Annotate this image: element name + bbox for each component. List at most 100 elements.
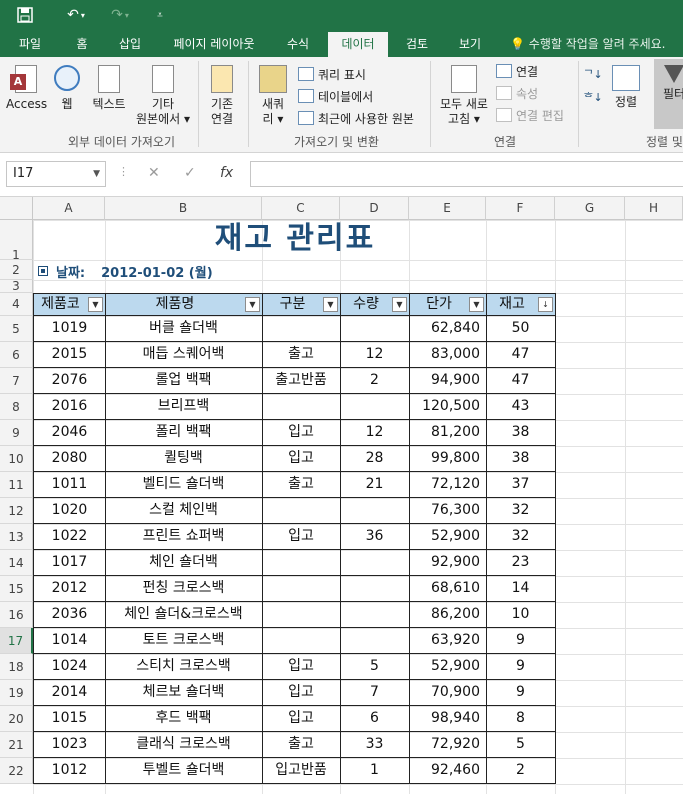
text-button[interactable]: 텍스트 <box>88 65 130 112</box>
tell-me-box[interactable]: 💡 수행할 작업을 알려 주세요. <box>510 32 665 57</box>
table-cell[interactable]: 출고반품 <box>262 368 341 394</box>
table-cell[interactable] <box>262 576 341 602</box>
row-header-19[interactable]: 19 <box>0 680 33 706</box>
filter-dropdown-icon[interactable]: ▼ <box>323 297 338 312</box>
column-header-f[interactable]: F <box>486 197 555 220</box>
table-cell[interactable]: 스컬 체인백 <box>105 498 263 524</box>
table-cell[interactable]: 33 <box>340 732 410 758</box>
tab-formulas[interactable]: 수식 <box>278 32 318 57</box>
table-cell[interactable]: 10 <box>486 602 556 628</box>
sort-asc-button[interactable]: ᄀ↓ ᄒ↓ <box>582 67 604 105</box>
table-cell[interactable]: 62,840 <box>409 316 487 342</box>
tab-view[interactable]: 보기 <box>448 32 492 57</box>
table-cell[interactable]: 1023 <box>33 732 106 758</box>
table-cell[interactable]: 52,900 <box>409 654 487 680</box>
table-cell[interactable]: 92,460 <box>409 758 487 784</box>
table-cell[interactable]: 2016 <box>33 394 106 420</box>
table-cell[interactable]: 1014 <box>33 628 106 654</box>
table-cell[interactable]: 7 <box>340 680 410 706</box>
column-header-g[interactable]: G <box>555 197 625 220</box>
table-cell[interactable]: 매듭 스퀘어백 <box>105 342 263 368</box>
table-cell[interactable]: 47 <box>486 342 556 368</box>
table-cell[interactable] <box>340 498 410 524</box>
table-cell[interactable]: 2080 <box>33 446 106 472</box>
row-header-11[interactable]: 11 <box>0 472 33 498</box>
enter-icon[interactable]: ✓ <box>184 165 196 181</box>
table-cell[interactable]: 1017 <box>33 550 106 576</box>
table-cell[interactable]: 2036 <box>33 602 106 628</box>
table-cell[interactable] <box>340 316 410 342</box>
tab-file[interactable]: 파일 <box>8 32 52 57</box>
table-cell[interactable]: 43 <box>486 394 556 420</box>
table-cell[interactable]: 23 <box>486 550 556 576</box>
table-cell[interactable] <box>340 576 410 602</box>
table-cell[interactable]: 70,900 <box>409 680 487 706</box>
table-cell[interactable]: 벨티드 숄더백 <box>105 472 263 498</box>
connections-button[interactable]: 연결 <box>496 61 538 81</box>
sort-button[interactable]: 정렬 <box>608 65 644 110</box>
table-cell[interactable]: 1012 <box>33 758 106 784</box>
row-header-3[interactable]: 3 <box>0 280 33 293</box>
table-cell[interactable] <box>262 602 341 628</box>
table-cell[interactable]: 입고반품 <box>262 758 341 784</box>
table-cell[interactable]: 출고 <box>262 342 341 368</box>
table-cell[interactable]: 1 <box>340 758 410 784</box>
table-cell[interactable] <box>340 602 410 628</box>
table-cell[interactable]: 6 <box>340 706 410 732</box>
from-table-button[interactable]: 테이블에서 <box>298 86 373 106</box>
tab-data[interactable]: 데이터 <box>328 32 388 57</box>
table-cell[interactable]: 9 <box>486 628 556 654</box>
table-cell[interactable]: 9 <box>486 680 556 706</box>
tab-home[interactable]: 홈 <box>64 32 100 57</box>
formula-input[interactable] <box>250 161 683 187</box>
row-header-20[interactable]: 20 <box>0 706 33 732</box>
table-cell[interactable]: 98,940 <box>409 706 487 732</box>
table-cell[interactable]: 99,800 <box>409 446 487 472</box>
web-button[interactable]: 웹 <box>52 65 82 112</box>
table-cell[interactable]: 펀칭 크로스백 <box>105 576 263 602</box>
tab-insert[interactable]: 삽입 <box>108 32 152 57</box>
table-cell[interactable] <box>262 550 341 576</box>
row-header-10[interactable]: 10 <box>0 446 33 472</box>
tab-review[interactable]: 검토 <box>394 32 440 57</box>
table-cell[interactable]: 5 <box>340 654 410 680</box>
table-cell[interactable]: 입고 <box>262 654 341 680</box>
table-cell[interactable]: 출고 <box>262 472 341 498</box>
filter-dropdown-icon[interactable]: ▼ <box>88 297 103 312</box>
chevron-down-icon[interactable]: ▼ <box>93 162 100 186</box>
table-cell[interactable]: 투벨트 숄더백 <box>105 758 263 784</box>
row-header-17[interactable]: 17 <box>0 628 33 654</box>
table-cell[interactable]: 후드 백팩 <box>105 706 263 732</box>
table-cell[interactable] <box>262 498 341 524</box>
table-cell[interactable]: 2015 <box>33 342 106 368</box>
customize-qat-icon[interactable]: ⩡ <box>152 4 168 26</box>
sort-filter-icon[interactable]: ↓ <box>538 297 553 312</box>
row-header-13[interactable]: 13 <box>0 524 33 550</box>
table-cell[interactable]: 체인 숄더백 <box>105 550 263 576</box>
table-cell[interactable]: 퀼팅백 <box>105 446 263 472</box>
column-header-e[interactable]: E <box>409 197 486 220</box>
table-cell[interactable]: 1020 <box>33 498 106 524</box>
table-cell[interactable]: 1015 <box>33 706 106 732</box>
table-cell[interactable]: 63,920 <box>409 628 487 654</box>
table-cell[interactable]: 체인 숄더&크로스백 <box>105 602 263 628</box>
table-cell[interactable]: 폴리 백팩 <box>105 420 263 446</box>
row-header-7[interactable]: 7 <box>0 368 33 394</box>
other-sources-button[interactable]: 기타 원본에서 ▾ <box>132 65 194 127</box>
table-cell[interactable]: 1022 <box>33 524 106 550</box>
table-cell[interactable]: 입고 <box>262 420 341 446</box>
table-cell[interactable]: 1019 <box>33 316 106 342</box>
row-header-18[interactable]: 18 <box>0 654 33 680</box>
table-cell[interactable]: 롤업 백팩 <box>105 368 263 394</box>
redo-icon[interactable]: ↷ ▾ <box>104 4 136 26</box>
row-header-9[interactable]: 9 <box>0 420 33 446</box>
row-header-2[interactable]: 2 <box>0 260 33 280</box>
table-cell[interactable]: 8 <box>486 706 556 732</box>
properties-button[interactable]: 속성 <box>496 83 538 103</box>
table-cell[interactable]: 52,900 <box>409 524 487 550</box>
cancel-icon[interactable]: ✕ <box>148 165 160 181</box>
table-cell[interactable]: 입고 <box>262 446 341 472</box>
filter-dropdown-icon[interactable]: ▼ <box>469 297 484 312</box>
table-cell[interactable]: 입고 <box>262 706 341 732</box>
recent-sources-button[interactable]: 최근에 사용한 원본 <box>298 108 414 128</box>
